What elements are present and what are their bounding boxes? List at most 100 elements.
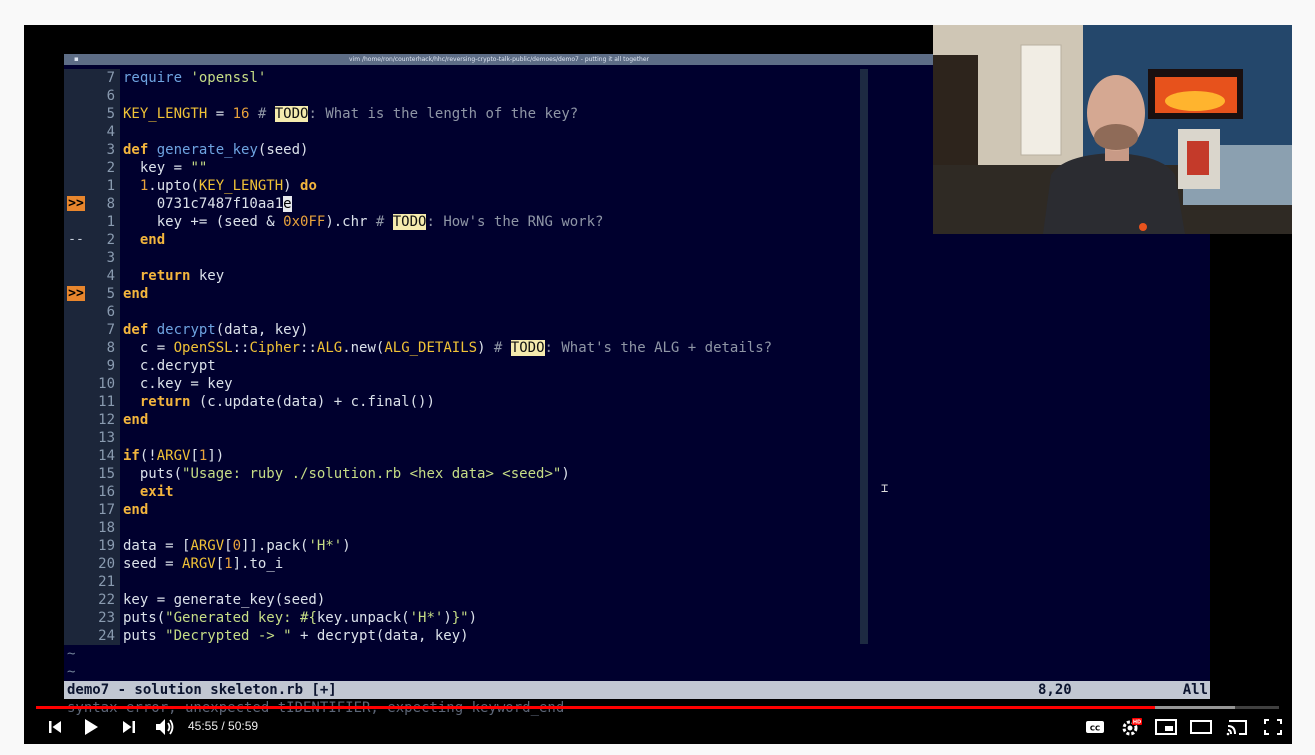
code-line[interactable]: puts("Generated key: #{key.unpack('H*')}… [123, 609, 477, 627]
fullscreen-icon[interactable] [1264, 719, 1282, 735]
code-token: 0x0FF [283, 214, 326, 230]
skip-next-icon[interactable] [121, 719, 137, 735]
code-token: "Decrypted -> " [165, 628, 292, 644]
svg-text:CC: CC [1090, 725, 1100, 733]
code-line[interactable]: if(!ARGV[1]) [123, 447, 224, 465]
line-number: 5 [106, 106, 115, 122]
mouse-ibeam-cursor: ⌶ [881, 481, 889, 495]
code-token: if [123, 448, 140, 464]
code-line[interactable]: require 'openssl' [123, 69, 266, 87]
code-token: puts( [123, 466, 183, 482]
miniplayer-icon[interactable] [1155, 719, 1177, 735]
settings-gear-icon[interactable]: HD [1120, 717, 1142, 737]
code-token: ARGV [182, 556, 216, 572]
code-line[interactable]: end [123, 231, 165, 249]
code-line[interactable]: puts "Decrypted -> " + decrypt(data, key… [123, 627, 469, 645]
line-number: 3 [106, 142, 115, 158]
status-scroll: All [1182, 682, 1208, 698]
code-token: [ [190, 448, 199, 464]
captions-icon[interactable]: CC [1085, 719, 1105, 735]
code-line[interactable]: end [123, 411, 148, 429]
code-token: seed = [123, 556, 183, 572]
code-token: "Generated key: #{ [165, 610, 317, 626]
code-token: c = [123, 340, 174, 356]
code-line[interactable]: key += (seed & 0x0FF).chr # TODO: How's … [123, 213, 603, 231]
line-number: 11 [98, 394, 115, 410]
code-line[interactable]: 0731c7487f10aa1e [123, 195, 292, 213]
volume-icon[interactable] [155, 718, 175, 736]
code-line[interactable]: key = generate_key(seed) [123, 591, 325, 609]
code-line[interactable]: KEY_LENGTH = 16 # TODO: What is the leng… [123, 105, 578, 123]
code-token: 'H*' [409, 610, 444, 626]
progress-bar[interactable] [36, 706, 1279, 709]
code-line[interactable]: puts("Usage: ruby ./solution.rb <hex dat… [123, 465, 570, 483]
line-number: 1 [106, 214, 115, 230]
window-title: vim /home/ron/counterhack/hhc/reversing-… [348, 56, 650, 63]
code-line[interactable]: seed = ARGV[1].to_i [123, 555, 283, 573]
status-filename: demo7 - solution skeleton.rb [+] [67, 682, 337, 698]
code-token: ) [443, 610, 452, 626]
video-player[interactable]: ▪ vim /home/ron/counterhack/hhc/reversin… [24, 25, 1292, 744]
code-line[interactable]: end [123, 285, 148, 303]
buffered-fill [1154, 706, 1236, 709]
line-number: 14 [98, 448, 115, 464]
line-number: 22 [98, 592, 115, 608]
code-token: (! [139, 448, 157, 464]
code-line[interactable]: c = OpenSSL::Cipher::ALG.new(ALG_DETAILS… [123, 339, 772, 357]
code-token: ]].pack( [241, 538, 309, 554]
code-line[interactable]: def generate_key(seed) [123, 141, 308, 159]
play-icon[interactable] [82, 717, 100, 737]
webcam-overlay [933, 25, 1292, 234]
cast-icon[interactable] [1226, 718, 1248, 736]
line-number: 8 [106, 340, 115, 356]
code-token: ) [468, 610, 478, 626]
code-line[interactable]: key = "" [123, 159, 207, 177]
code-token: puts [123, 628, 166, 644]
line-number: 17 [98, 502, 115, 518]
code-line[interactable]: c.decrypt [123, 357, 216, 375]
code-line[interactable]: data = [ARGV[0]].pack('H*') [123, 537, 351, 555]
code-token: exit [139, 484, 174, 500]
code-token: def [123, 322, 149, 338]
code-token: (seed) [257, 142, 309, 158]
code-token: key = [123, 160, 191, 176]
code-token: c.key = key [123, 376, 233, 392]
code-line[interactable]: return (c.update(data) + c.final()) [123, 393, 435, 411]
line-number: 21 [98, 574, 115, 590]
line-number: 7 [106, 70, 115, 86]
empty-line-tilde: ~ [67, 664, 76, 680]
line-number: 19 [98, 538, 115, 554]
code-token: key += (seed & [123, 214, 284, 230]
line-number: 6 [106, 88, 115, 104]
code-line[interactable]: exit [123, 483, 174, 501]
code-token: (c.update(data) + c.final()) [190, 394, 435, 410]
code-token: "" [190, 160, 208, 176]
code-line[interactable]: 1.upto(KEY_LENGTH) do [123, 177, 317, 195]
vim-statusline: demo7 - solution skeleton.rb [+] 8,20 Al… [64, 681, 1210, 699]
code-line[interactable]: return key [123, 267, 224, 285]
code-token: puts( [123, 610, 166, 626]
skip-previous-icon[interactable] [47, 719, 63, 735]
code-token: ) [477, 340, 494, 356]
code-token: decrypt [156, 322, 216, 338]
empty-line-tilde: ~ [67, 646, 76, 662]
line-number: 13 [98, 430, 115, 446]
code-token: TODO [392, 214, 427, 230]
code-token: TODO [510, 340, 545, 356]
code-token: TODO [274, 106, 309, 122]
code-line[interactable]: c.key = key [123, 375, 233, 393]
line-number: 3 [106, 250, 115, 266]
line-number: 16 [98, 484, 115, 500]
line-number: 1 [106, 178, 115, 194]
code-token: 0731c7487f10aa1 [123, 196, 284, 212]
code-token: c.decrypt [123, 358, 216, 374]
theater-mode-icon[interactable] [1190, 719, 1212, 735]
code-line[interactable]: end [123, 501, 148, 519]
code-token: key [190, 268, 225, 284]
line-number: 10 [98, 376, 115, 392]
code-line[interactable]: def decrypt(data, key) [123, 321, 308, 339]
